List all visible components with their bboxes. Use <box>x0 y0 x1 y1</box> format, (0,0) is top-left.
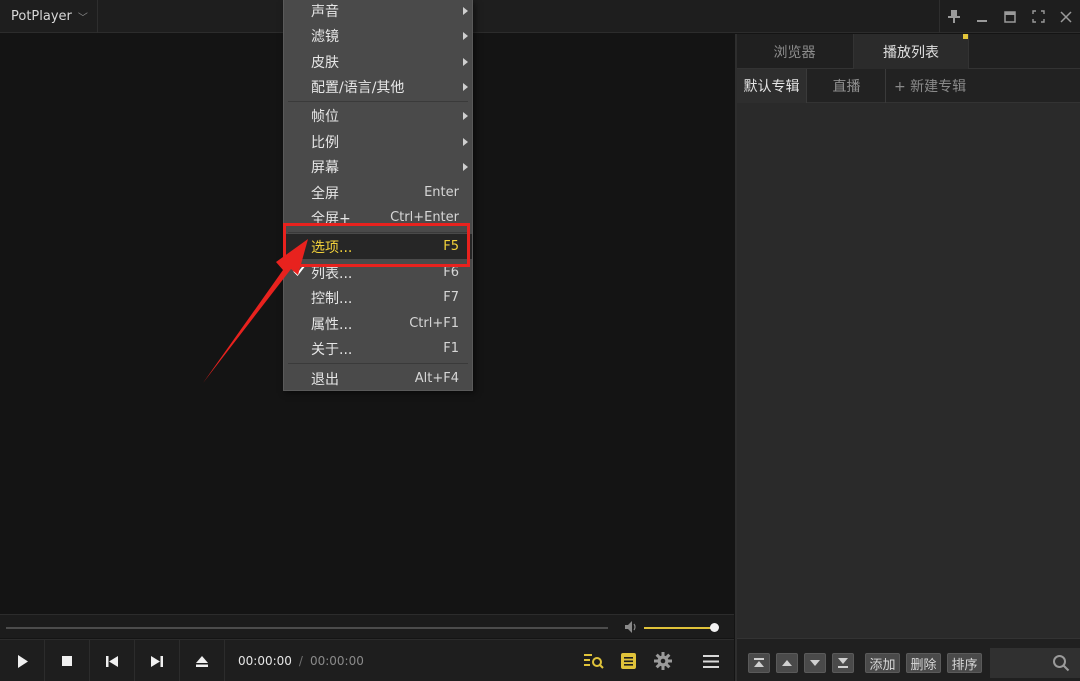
highlight-box <box>283 223 470 267</box>
previous-button[interactable] <box>90 640 135 681</box>
new-album-button[interactable]: + 新建专辑 <box>894 69 966 103</box>
menu-item-properties[interactable]: 属性... Ctrl+F1 <box>284 311 472 336</box>
pin-icon[interactable] <box>940 0 968 33</box>
main-menu-icon[interactable] <box>696 640 726 681</box>
menu-item-about[interactable]: 关于... F1 <box>284 336 472 361</box>
play-button[interactable] <box>0 640 45 681</box>
tab-browser[interactable]: 浏览器 <box>737 34 852 69</box>
menu-item-aspect-ratio[interactable]: 比例 <box>284 129 472 154</box>
time-display: 00:00:00 / 00:00:00 <box>238 640 364 681</box>
context-menu: 声音 滤镜 皮肤 配置/语言/其他 帧位 比例 屏幕 全屏 Enter 全屏+ Ct… <box>283 0 473 391</box>
settings-gear-icon[interactable] <box>648 640 678 681</box>
menu-item-filters[interactable]: 滤镜 <box>284 23 472 48</box>
tab-playlist-label: 播放列表 <box>883 44 939 61</box>
playlist-list[interactable] <box>737 103 1080 638</box>
submenu-arrow-icon <box>463 82 468 91</box>
submenu-arrow-icon <box>463 57 468 66</box>
app-menu-button[interactable]: PotPlayer ﹀ <box>0 0 98 33</box>
eject-button[interactable] <box>180 640 225 681</box>
search-icon[interactable] <box>1052 654 1070 676</box>
menu-separator <box>288 101 468 102</box>
tab-live[interactable]: 直播 <box>808 69 886 103</box>
seek-row <box>0 614 734 638</box>
album-tab-bar: 默认专辑 直播 + 新建专辑 <box>737 69 1080 103</box>
move-bottom-button[interactable] <box>832 653 854 673</box>
move-down-button[interactable] <box>804 653 826 673</box>
menu-separator <box>288 363 468 364</box>
app-title: PotPlayer <box>11 9 72 24</box>
playlist-toolbar: 添加 删除 排序 <box>737 638 1080 681</box>
menu-item-control[interactable]: 控制... F7 <box>284 285 472 310</box>
menu-item-screen[interactable]: 屏幕 <box>284 154 472 179</box>
panel-tab-bar: 浏览器 播放列表 <box>737 34 1080 69</box>
maximize-icon[interactable] <box>996 0 1024 33</box>
total-time: 00:00:00 <box>309 654 364 668</box>
menu-item-fullscreen[interactable]: 全屏 Enter <box>284 180 472 205</box>
title-bar: PotPlayer ﹀ <box>0 0 1080 33</box>
fullscreen-icon[interactable] <box>1024 0 1052 33</box>
time-separator: / <box>298 654 303 668</box>
volume-icon[interactable] <box>625 621 639 637</box>
control-bar: 00:00:00 / 00:00:00 <box>0 639 734 681</box>
submenu-arrow-icon <box>463 137 468 146</box>
menu-item-frame[interactable]: 帧位 <box>284 103 472 128</box>
menu-item-exit[interactable]: 退出 Alt+F4 <box>284 366 472 391</box>
submenu-arrow-icon <box>463 162 468 171</box>
next-button[interactable] <box>135 640 180 681</box>
move-up-button[interactable] <box>776 653 798 673</box>
sort-button[interactable]: 排序 <box>947 653 982 673</box>
minimize-icon[interactable] <box>968 0 996 33</box>
active-tab-marker <box>963 34 968 39</box>
playlist-toggle-icon[interactable] <box>613 640 643 681</box>
menu-item-audio[interactable]: 声音 <box>284 0 472 23</box>
seek-bar[interactable] <box>6 627 608 629</box>
window-controls <box>939 0 1080 33</box>
submenu-arrow-icon <box>463 6 468 15</box>
add-button[interactable]: 添加 <box>865 653 900 673</box>
playlist-search-icon[interactable] <box>579 640 609 681</box>
menu-item-skin[interactable]: 皮肤 <box>284 49 472 74</box>
tab-playlist[interactable]: 播放列表 <box>853 34 969 69</box>
volume-slider-handle[interactable] <box>710 623 719 632</box>
submenu-arrow-icon <box>463 111 468 120</box>
chevron-down-icon: ﹀ <box>77 13 88 24</box>
current-time: 00:00:00 <box>238 654 292 668</box>
move-top-button[interactable] <box>748 653 770 673</box>
menu-item-config-language[interactable]: 配置/语言/其他 <box>284 74 472 99</box>
stop-button[interactable] <box>45 640 90 681</box>
volume-slider[interactable] <box>644 627 714 629</box>
close-icon[interactable] <box>1052 0 1080 33</box>
playlist-panel: 浏览器 播放列表 默认专辑 直播 + 新建专辑 添加 删除 排序 <box>735 34 1080 681</box>
delete-button[interactable]: 删除 <box>906 653 941 673</box>
tab-default-album[interactable]: 默认专辑 <box>737 69 807 103</box>
submenu-arrow-icon <box>463 31 468 40</box>
playlist-search-input[interactable] <box>990 648 1080 678</box>
